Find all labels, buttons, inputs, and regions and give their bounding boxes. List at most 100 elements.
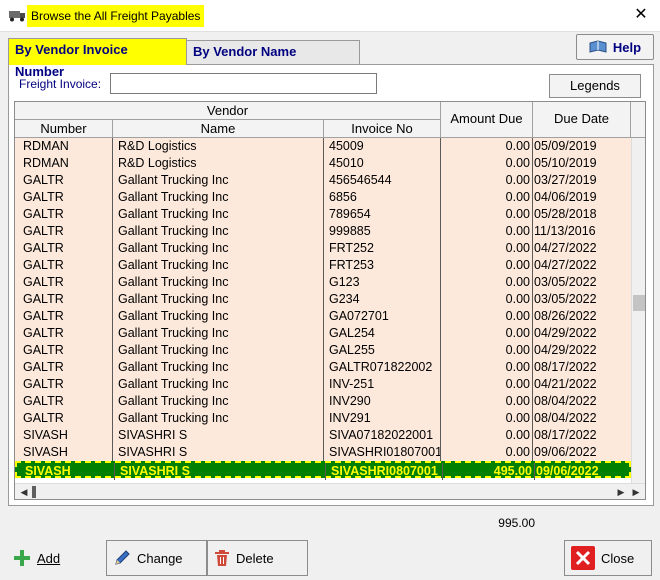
cell-invoice: SIVA07182022001	[324, 427, 441, 444]
vertical-scroll-thumb[interactable]	[633, 295, 645, 311]
cell-amount-due: 0.00	[441, 155, 533, 172]
cell-due-date: 04/29/2022	[534, 326, 597, 340]
table-row[interactable]: SIVASH SIVASHRI S SIVA07182022001 0.00 08/17…	[15, 427, 631, 444]
delete-button[interactable]: Delete	[207, 540, 308, 576]
cell-amount-due: 0.00	[441, 410, 533, 427]
scroll-end-icon[interactable]: ▶	[628, 484, 644, 499]
cell-amount-due: 0.00	[441, 257, 533, 274]
tab-by-vendor-invoice-number[interactable]: By Vendor Invoice Number	[8, 38, 187, 79]
cell-name: Gallant Trucking Inc	[113, 223, 324, 240]
horizontal-scroll-thumb[interactable]	[32, 486, 36, 498]
cell-number: SIVASH	[15, 427, 113, 444]
cell-number: GALTR	[15, 274, 113, 291]
cell-number: GALTR	[15, 410, 113, 427]
table-row[interactable]: RDMAN R&D Logistics 45010 0.00 05/10/2019	[15, 155, 631, 172]
column-header-name[interactable]: Name	[113, 120, 324, 138]
table-row[interactable]: GALTR Gallant Trucking Inc FRT253 0.00 04/27…	[15, 257, 631, 274]
cell-invoice: SIVASHRI0807001	[326, 463, 443, 480]
column-header-due-date[interactable]: Due Date	[533, 102, 631, 138]
table-row[interactable]: GALTR Gallant Trucking Inc GA072701 0.00 08/…	[15, 308, 631, 325]
cell-amount-due: 0.00	[441, 308, 533, 325]
cell-number: GALTR	[15, 325, 113, 342]
change-label: Change	[137, 550, 183, 566]
book-icon	[589, 40, 607, 53]
table-row[interactable]: GALTR Gallant Trucking Inc 456546544 0.00 03…	[15, 172, 631, 189]
scroll-left-icon[interactable]: ◀	[16, 484, 32, 499]
cell-number: GALTR	[15, 189, 113, 206]
table-row[interactable]: GALTR Gallant Trucking Inc 789654 0.00 05/28…	[15, 206, 631, 223]
cell-number: GALTR	[15, 223, 113, 240]
tab-by-vendor-name[interactable]: By Vendor Name	[186, 40, 360, 64]
cell-due-date: 08/04/2022	[534, 394, 597, 408]
cell-due-date: 04/29/2022	[534, 343, 597, 357]
window-title: Browse the All Freight Payables	[27, 5, 205, 27]
table-row[interactable]: GALTR Gallant Trucking Inc 999885 0.00 11/13…	[15, 223, 631, 240]
cell-number: GALTR	[15, 240, 113, 257]
cell-due-date: 04/21/2022	[534, 377, 597, 391]
cell-invoice: 45010	[324, 155, 441, 172]
cell-number: GALTR	[15, 342, 113, 359]
table-row-selected[interactable]: SIVASH SIVASHRI S SIVASHRI0807001 495.00 09/…	[15, 461, 631, 480]
vendor-group-header: Vendor	[15, 102, 441, 120]
cell-name: Gallant Trucking Inc	[113, 410, 324, 427]
cell-invoice: G123	[324, 274, 441, 291]
table-row[interactable]: GALTR Gallant Trucking Inc G234 0.00 03/05/2…	[15, 291, 631, 308]
cell-due-date: 11/13/2016	[534, 224, 596, 238]
header-corner	[631, 102, 645, 138]
cell-amount-due: 0.00	[441, 325, 533, 342]
cell-number: RDMAN	[15, 155, 113, 172]
cell-amount-due: 0.00	[441, 223, 533, 240]
cell-due-date: 04/06/2019	[534, 190, 597, 204]
cell-name: Gallant Trucking Inc	[113, 291, 324, 308]
table-row[interactable]: GALTR Gallant Trucking Inc INV291 0.00 08/04…	[15, 410, 631, 427]
add-label: Add	[37, 550, 61, 566]
table-row[interactable]: GALTR Gallant Trucking Inc 6856 0.00 04/06/2…	[15, 189, 631, 206]
close-button[interactable]: Close	[564, 540, 652, 576]
cell-due-date: 03/27/2019	[534, 173, 597, 187]
freight-invoice-input[interactable]	[110, 73, 377, 94]
cell-name: Gallant Trucking Inc	[113, 257, 324, 274]
help-button[interactable]: Help	[576, 34, 654, 60]
cell-name: Gallant Trucking Inc	[113, 274, 324, 291]
table-row[interactable]: GALTR Gallant Trucking Inc INV290 0.00 08/04…	[15, 393, 631, 410]
cell-number: GALTR	[15, 393, 113, 410]
truck-icon	[9, 11, 25, 22]
table-row[interactable]: GALTR Gallant Trucking Inc GALTR071822002 0…	[15, 359, 631, 376]
table-row[interactable]: RDMAN R&D Logistics 45009 0.00 05/09/2019	[15, 138, 631, 155]
table-row[interactable]: GALTR Gallant Trucking Inc G123 0.00 03/05/2…	[15, 274, 631, 291]
legends-button[interactable]: Legends	[549, 74, 641, 98]
plus-icon	[14, 550, 30, 566]
cell-name: SIVASHRI S	[113, 444, 324, 461]
horizontal-scrollbar[interactable]: ◀ ▶ ▶	[15, 483, 645, 499]
column-header-amount-due[interactable]: Amount Due	[441, 102, 533, 138]
change-button[interactable]: Change	[106, 540, 207, 576]
column-header-number[interactable]: Number	[15, 120, 113, 138]
vertical-scrollbar[interactable]	[631, 138, 645, 483]
cell-name: Gallant Trucking Inc	[113, 240, 324, 257]
scroll-right-icon[interactable]: ▶	[613, 484, 629, 499]
cell-invoice: 6856	[324, 189, 441, 206]
cell-name: R&D Logistics	[113, 138, 324, 155]
table-row[interactable]: GALTR Gallant Trucking Inc GAL255 0.00 04/29…	[15, 342, 631, 359]
cell-name: Gallant Trucking Inc	[113, 206, 324, 223]
table-row[interactable]: GALTR Gallant Trucking Inc GAL254 0.00 04/29…	[15, 325, 631, 342]
cell-number: GALTR	[15, 291, 113, 308]
close-label: Close	[601, 550, 635, 566]
table-row[interactable]: SIVASH SIVASHRI S SIVASHRI01807001 0.00 09/0…	[15, 444, 631, 461]
cell-invoice: INV291	[324, 410, 441, 427]
help-label: Help	[612, 39, 642, 55]
cell-number: RDMAN	[15, 138, 113, 155]
cell-due-date: 04/27/2022	[534, 241, 597, 255]
cell-due-date: 09/06/2022	[536, 464, 599, 478]
table-row[interactable]: GALTR Gallant Trucking Inc INV-251 0.00 04/2…	[15, 376, 631, 393]
add-button[interactable]: Add	[6, 540, 106, 576]
cell-due-date: 03/05/2022	[534, 275, 597, 289]
cell-due-date: 08/26/2022	[534, 309, 597, 323]
window-close-icon[interactable]: ✕	[630, 4, 652, 26]
cell-name: Gallant Trucking Inc	[113, 325, 324, 342]
cell-number: GALTR	[15, 376, 113, 393]
cell-amount-due: 0.00	[441, 172, 533, 189]
cell-invoice: FRT253	[324, 257, 441, 274]
column-header-invoice[interactable]: Invoice No	[324, 120, 441, 138]
table-row[interactable]: GALTR Gallant Trucking Inc FRT252 0.00 04/27…	[15, 240, 631, 257]
